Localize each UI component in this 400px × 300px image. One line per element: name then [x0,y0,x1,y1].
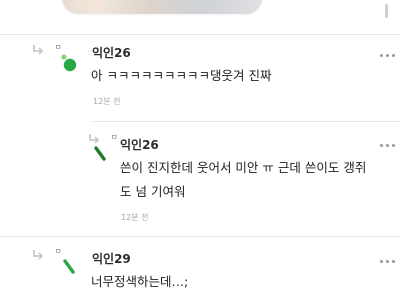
comment-author[interactable]: 익인29 [92,250,131,267]
divider [0,34,400,35]
green-slash-icon [94,146,106,161]
comment-body: 너무정색하는데…; [91,274,189,289]
comment-author[interactable]: 익인26 [92,44,131,61]
comment-time: 12분 전 [121,213,149,222]
divider [92,121,400,122]
reply-arrow-icon [89,134,100,144]
comment-body-continued: 도 넘 기여워 [120,184,186,199]
anon-mark: ㅁ [55,247,62,255]
more-options-button[interactable] [378,142,396,150]
comment-body: 아 ㅋㅋㅋㅋㅋㅋㅋㅋㅋ댕웃겨 진짜 [91,68,272,83]
more-options-button[interactable] [378,258,396,266]
post-image[interactable] [62,0,262,14]
comment-author[interactable]: 익인26 [120,136,159,153]
comment-time: 12분 전 [93,97,121,106]
more-options-button[interactable] [378,52,396,60]
reply-arrow-icon [33,45,44,55]
green-slash-icon [63,259,75,274]
scroll-indicator [385,4,388,18]
anon-mark: ㅁ [111,133,118,141]
comment-body: 쓴이 진지한데 웃어서 미안 ㅠ 근데 쓴이도 갱쥐 [120,160,367,175]
green-dot-cluster-icon [61,54,77,72]
divider [0,236,400,237]
reply-arrow-icon [33,250,44,260]
anon-mark: ㅁ [55,43,62,51]
